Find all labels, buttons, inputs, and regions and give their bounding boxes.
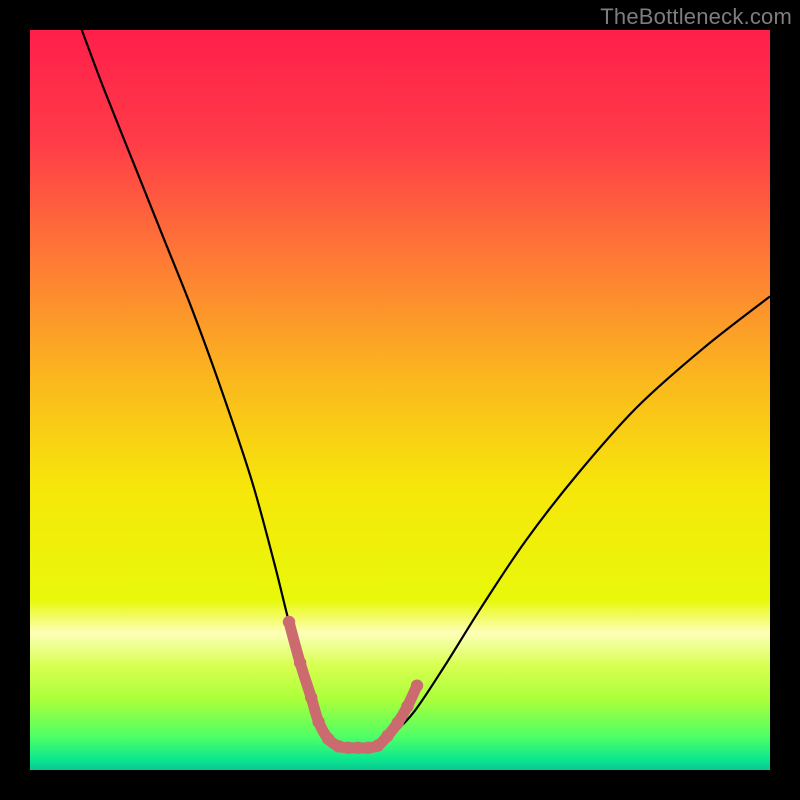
highlight-dot: [411, 679, 423, 691]
highlight-dot: [322, 733, 334, 745]
plot-area: [30, 30, 770, 770]
chart-frame: TheBottleneck.com: [0, 0, 800, 800]
highlight-dot: [401, 700, 413, 712]
highlight-dot: [312, 716, 324, 728]
highlight-dot: [294, 657, 306, 669]
highlight-dot: [305, 691, 317, 703]
chart-svg: [30, 30, 770, 770]
watermark-text: TheBottleneck.com: [600, 4, 792, 30]
gradient-background: [30, 30, 770, 770]
highlight-dot: [283, 616, 295, 628]
highlight-dot: [392, 716, 404, 728]
highlight-dot: [381, 730, 393, 742]
highlight-dot: [372, 739, 384, 751]
